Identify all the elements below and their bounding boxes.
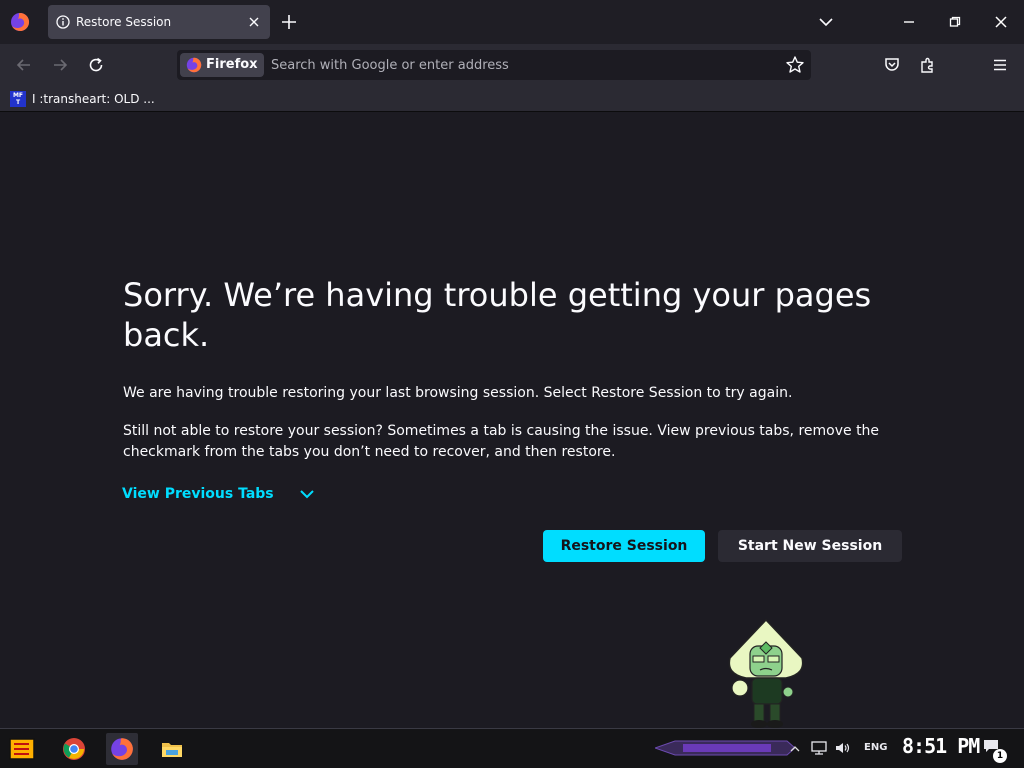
maximize-icon	[949, 16, 961, 27]
taskbar-chrome[interactable]	[58, 733, 90, 765]
view-previous-tabs-toggle[interactable]: View Previous Tabs	[122, 485, 316, 503]
help-paragraph: Still not able to restore your session? …	[123, 423, 880, 460]
identity-box[interactable]: Firefox	[180, 53, 264, 77]
tab-title: Restore Session	[76, 15, 172, 29]
extensions-icon	[921, 57, 933, 73]
volume-icon[interactable]	[834, 739, 852, 757]
chrome-icon	[63, 738, 85, 760]
bookmark-label: I :transheart: OLD ...	[32, 92, 155, 106]
bookmark-item[interactable]: MF T I :transheart: OLD ...	[10, 89, 155, 109]
forward-button[interactable]	[48, 53, 72, 77]
extensions-button[interactable]	[916, 53, 940, 77]
back-arrow-icon	[16, 59, 30, 71]
chevron-up-icon[interactable]	[790, 739, 800, 757]
menu-button[interactable]	[988, 53, 1012, 77]
pocket-button[interactable]	[880, 53, 904, 77]
notification-count-badge: 1	[993, 749, 1007, 763]
taskbar-file-explorer[interactable]	[156, 733, 188, 765]
identity-label: Firefox	[206, 57, 258, 72]
restore-session-button[interactable]: Restore Session	[543, 530, 705, 562]
close-window-icon	[995, 16, 1007, 28]
minimize-icon	[904, 21, 914, 23]
file-explorer-icon	[162, 743, 182, 757]
firefox-icon	[111, 738, 133, 760]
plus-icon[interactable]	[278, 11, 300, 33]
peridot-mascot	[728, 618, 804, 728]
firefox-icon[interactable]	[10, 12, 30, 32]
language-indicator[interactable]: ENG	[864, 742, 887, 753]
close-window-button[interactable]	[978, 0, 1024, 44]
url-bar[interactable]: Firefox	[177, 50, 811, 80]
taskbar: ENG 8:51 PM 1	[0, 728, 1024, 768]
minimize-button[interactable]	[886, 0, 932, 44]
close-icon[interactable]	[244, 12, 264, 32]
page-content: Sorry. We’re having trouble getting your…	[0, 113, 1024, 728]
address-input[interactable]	[271, 52, 771, 78]
start-icon	[9, 738, 35, 760]
network-icon[interactable]	[810, 739, 828, 757]
info-icon	[56, 15, 70, 29]
menu-icon	[994, 59, 1006, 71]
tab-strip: Restore Session	[0, 0, 1024, 44]
bookmark-favicon: MF T	[10, 91, 26, 107]
firefox-icon	[186, 57, 202, 73]
page-title: Sorry. We’re having trouble getting your…	[123, 276, 872, 354]
clock[interactable]: 8:51 PM	[902, 734, 980, 758]
start-button[interactable]	[6, 733, 38, 765]
forward-arrow-icon	[54, 59, 68, 71]
start-new-session-button[interactable]: Start New Session	[718, 530, 902, 562]
reload-button[interactable]	[84, 53, 108, 77]
star-icon[interactable]	[785, 55, 805, 75]
view-previous-tabs-label: View Previous Tabs	[122, 486, 274, 502]
chevron-down-icon	[299, 490, 314, 499]
maximize-button[interactable]	[932, 0, 978, 44]
back-button[interactable]	[12, 53, 36, 77]
navigation-toolbar: Firefox	[0, 44, 1024, 86]
reload-icon	[89, 57, 103, 72]
description-paragraph: We are having trouble restoring your las…	[123, 385, 793, 401]
tab-restore-session[interactable]: Restore Session	[48, 5, 270, 39]
pocket-icon	[885, 58, 899, 71]
bookmarks-toolbar: MF T I :transheart: OLD ...	[0, 86, 1024, 112]
taskbar-decoration	[655, 740, 795, 756]
taskbar-firefox[interactable]	[106, 733, 138, 765]
chevron-down-icon[interactable]	[815, 11, 837, 33]
